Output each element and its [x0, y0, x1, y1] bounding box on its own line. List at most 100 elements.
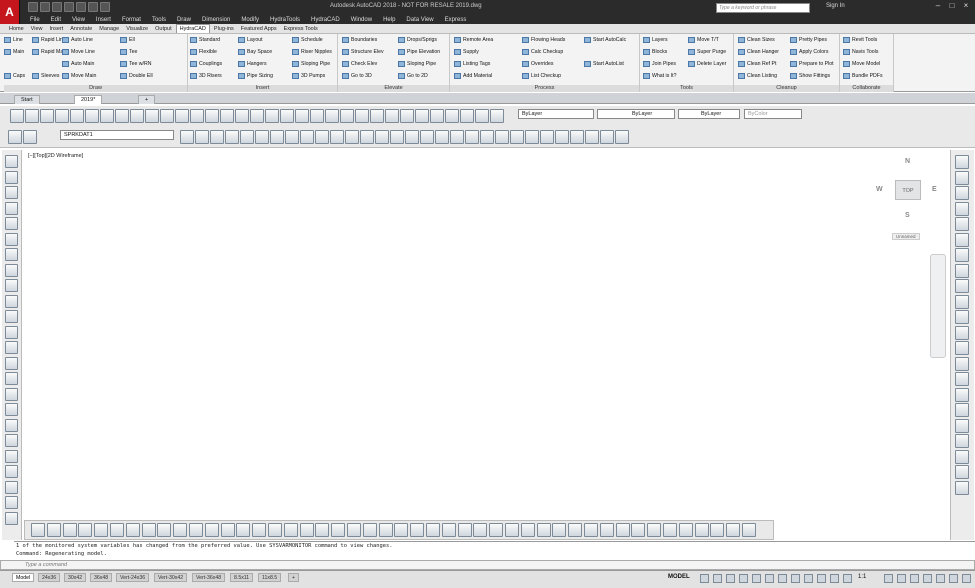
toolbar-tool-icon[interactable]: [420, 130, 434, 144]
toolbar-tool-icon[interactable]: [445, 109, 459, 123]
ribbon-button-go-to-3d[interactable]: Go to 3D: [342, 73, 372, 79]
toolbar-tool-icon[interactable]: [330, 130, 344, 144]
hydracad-tool-icon[interactable]: [220, 523, 235, 537]
new-icon[interactable]: [28, 2, 38, 12]
hydracad-tool-icon[interactable]: [726, 523, 741, 537]
hydracad-tool-icon[interactable]: [599, 523, 614, 537]
menu-item-data-view[interactable]: Data View: [406, 17, 433, 23]
modify-tool-icon[interactable]: [955, 356, 969, 371]
toolbar-tool-icon[interactable]: [390, 130, 404, 144]
toolbar-tool-icon[interactable]: [40, 109, 54, 123]
modify-tool-icon[interactable]: [955, 232, 969, 247]
modify-tool-icon[interactable]: [955, 449, 969, 464]
lineweight-dropdown[interactable]: ByLayer: [678, 109, 740, 119]
ribbon-button-listing-tags[interactable]: Listing Tags: [454, 61, 490, 67]
hydracad-tool-icon[interactable]: [236, 523, 251, 537]
compass-east[interactable]: E: [932, 186, 937, 193]
toolbar-tool-icon[interactable]: [430, 109, 444, 123]
draw-tool-icon[interactable]: [5, 170, 18, 184]
toolbar-tool-icon[interactable]: [70, 109, 84, 123]
ribbon-button-sleeves[interactable]: Sleeves: [32, 73, 59, 79]
drawing-canvas[interactable]: [24, 150, 930, 540]
status-toggle-icon[interactable]: [700, 574, 709, 583]
ribbon-button-caps[interactable]: Caps: [4, 73, 25, 79]
hydracad-tool-icon[interactable]: [204, 523, 219, 537]
menu-item-file[interactable]: File: [30, 17, 40, 23]
toolbar-tool-icon[interactable]: [160, 109, 174, 123]
draw-tool-icon[interactable]: [5, 325, 18, 339]
toolbar-tool-icon[interactable]: [360, 130, 374, 144]
toolbar-tool-icon[interactable]: [495, 130, 509, 144]
modify-tool-icon[interactable]: [955, 155, 969, 169]
tab-visualize[interactable]: Visualize: [123, 25, 151, 33]
toolbar-tool-icon[interactable]: [225, 130, 239, 144]
status-toggle-icon[interactable]: [752, 574, 761, 583]
ribbon-button-check-elev[interactable]: Check Elev: [342, 61, 377, 67]
hydracad-tool-icon[interactable]: [31, 523, 45, 537]
toolbar-tool-icon[interactable]: [190, 109, 204, 123]
hydracad-tool-icon[interactable]: [173, 523, 188, 537]
tab-insert[interactable]: Insert: [47, 25, 67, 33]
hydracad-tool-icon[interactable]: [647, 523, 662, 537]
toolbar-tool-icon[interactable]: [285, 130, 299, 144]
menu-item-tools[interactable]: Tools: [152, 17, 166, 23]
hydracad-tool-icon[interactable]: [94, 523, 109, 537]
draw-tool-icon[interactable]: [5, 294, 18, 308]
toolbar-tool-icon[interactable]: [205, 109, 219, 123]
tab-hydracad[interactable]: HydraCAD: [175, 24, 210, 33]
ribbon-button-join-pipes[interactable]: Join Pipes: [643, 61, 676, 67]
hydracad-tool-icon[interactable]: [110, 523, 124, 537]
layout-tab-11x8.5[interactable]: 11x8.5: [258, 573, 282, 582]
draw-tool-icon[interactable]: [5, 341, 18, 354]
status-toggle-icon[interactable]: [962, 574, 971, 583]
toolbar-tool-icon[interactable]: [310, 109, 324, 123]
ribbon-button-line[interactable]: Line: [4, 37, 23, 43]
ribbon-button-remote-area[interactable]: Remote Area: [454, 37, 493, 43]
status-toggle-icon[interactable]: [949, 574, 958, 583]
ribbon-button-calc-checkup[interactable]: Calc Checkup: [522, 49, 563, 55]
modify-tool-icon[interactable]: [955, 170, 969, 185]
ribbon-button-ell[interactable]: Ell: [120, 37, 135, 43]
draw-tool-icon[interactable]: [5, 418, 18, 432]
toolbar-tool-icon[interactable]: [450, 130, 464, 144]
hydracad-tool-icon[interactable]: [283, 523, 298, 537]
new-tab-button[interactable]: +: [138, 95, 156, 104]
ribbon-button-move-model[interactable]: Move Model: [843, 61, 880, 67]
modify-tool-icon[interactable]: [955, 480, 969, 495]
toolbar-tool-icon[interactable]: [145, 109, 159, 123]
menu-item-modify[interactable]: Modify: [241, 17, 259, 23]
hydracad-tool-icon[interactable]: [678, 523, 693, 537]
viewport-controls[interactable]: [−][Top][2D Wireframe]: [28, 153, 83, 159]
status-toggle-icon[interactable]: [713, 574, 722, 583]
ribbon-button-clean-ref-pt[interactable]: Clean Ref Pt: [738, 61, 776, 67]
toolbar-tool-icon[interactable]: [10, 109, 24, 123]
hydracad-tool-icon[interactable]: [410, 523, 425, 537]
layout-tab-30x42[interactable]: 30x42: [64, 573, 87, 582]
layer-dropdown[interactable]: SPRKDAT1: [60, 130, 174, 140]
draw-tool-icon[interactable]: [5, 449, 18, 463]
draw-tool-icon[interactable]: [5, 403, 18, 416]
open-icon[interactable]: [40, 2, 50, 12]
draw-tool-icon[interactable]: [5, 186, 18, 199]
hydracad-tool-icon[interactable]: [520, 523, 535, 537]
draw-tool-icon[interactable]: [5, 155, 18, 168]
ribbon-button-double-ell[interactable]: Double Ell: [120, 73, 153, 79]
status-toggle-icon[interactable]: [804, 574, 813, 583]
draw-tool-icon[interactable]: [5, 480, 18, 494]
ribbon-button-list-checkup[interactable]: List Checkup: [522, 73, 561, 79]
draw-tool-icon[interactable]: [5, 279, 18, 292]
ribbon-button-clean-hanger[interactable]: Clean Hanger: [738, 49, 779, 55]
menu-item-draw[interactable]: Draw: [177, 17, 191, 23]
hydracad-tool-icon[interactable]: [631, 523, 646, 537]
toolbar-tool-icon[interactable]: [340, 109, 354, 123]
minimize-icon[interactable]: –: [933, 1, 943, 11]
ribbon-button-move-line[interactable]: Move Line: [62, 49, 95, 55]
ribbon-button-3d-risers[interactable]: 3D Risers: [190, 73, 222, 79]
toolbar-tool-icon[interactable]: [400, 109, 414, 123]
toolbar-tool-icon[interactable]: [585, 130, 599, 144]
ribbon-button-layers[interactable]: Layers: [643, 37, 668, 43]
layout-tab-vert-36x48[interactable]: Vert-36x48: [192, 573, 226, 582]
modify-tool-icon[interactable]: [955, 341, 969, 355]
status-toggle-icon[interactable]: [830, 574, 839, 583]
ribbon-button-pipe-elevation[interactable]: Pipe Elevation: [398, 49, 440, 55]
